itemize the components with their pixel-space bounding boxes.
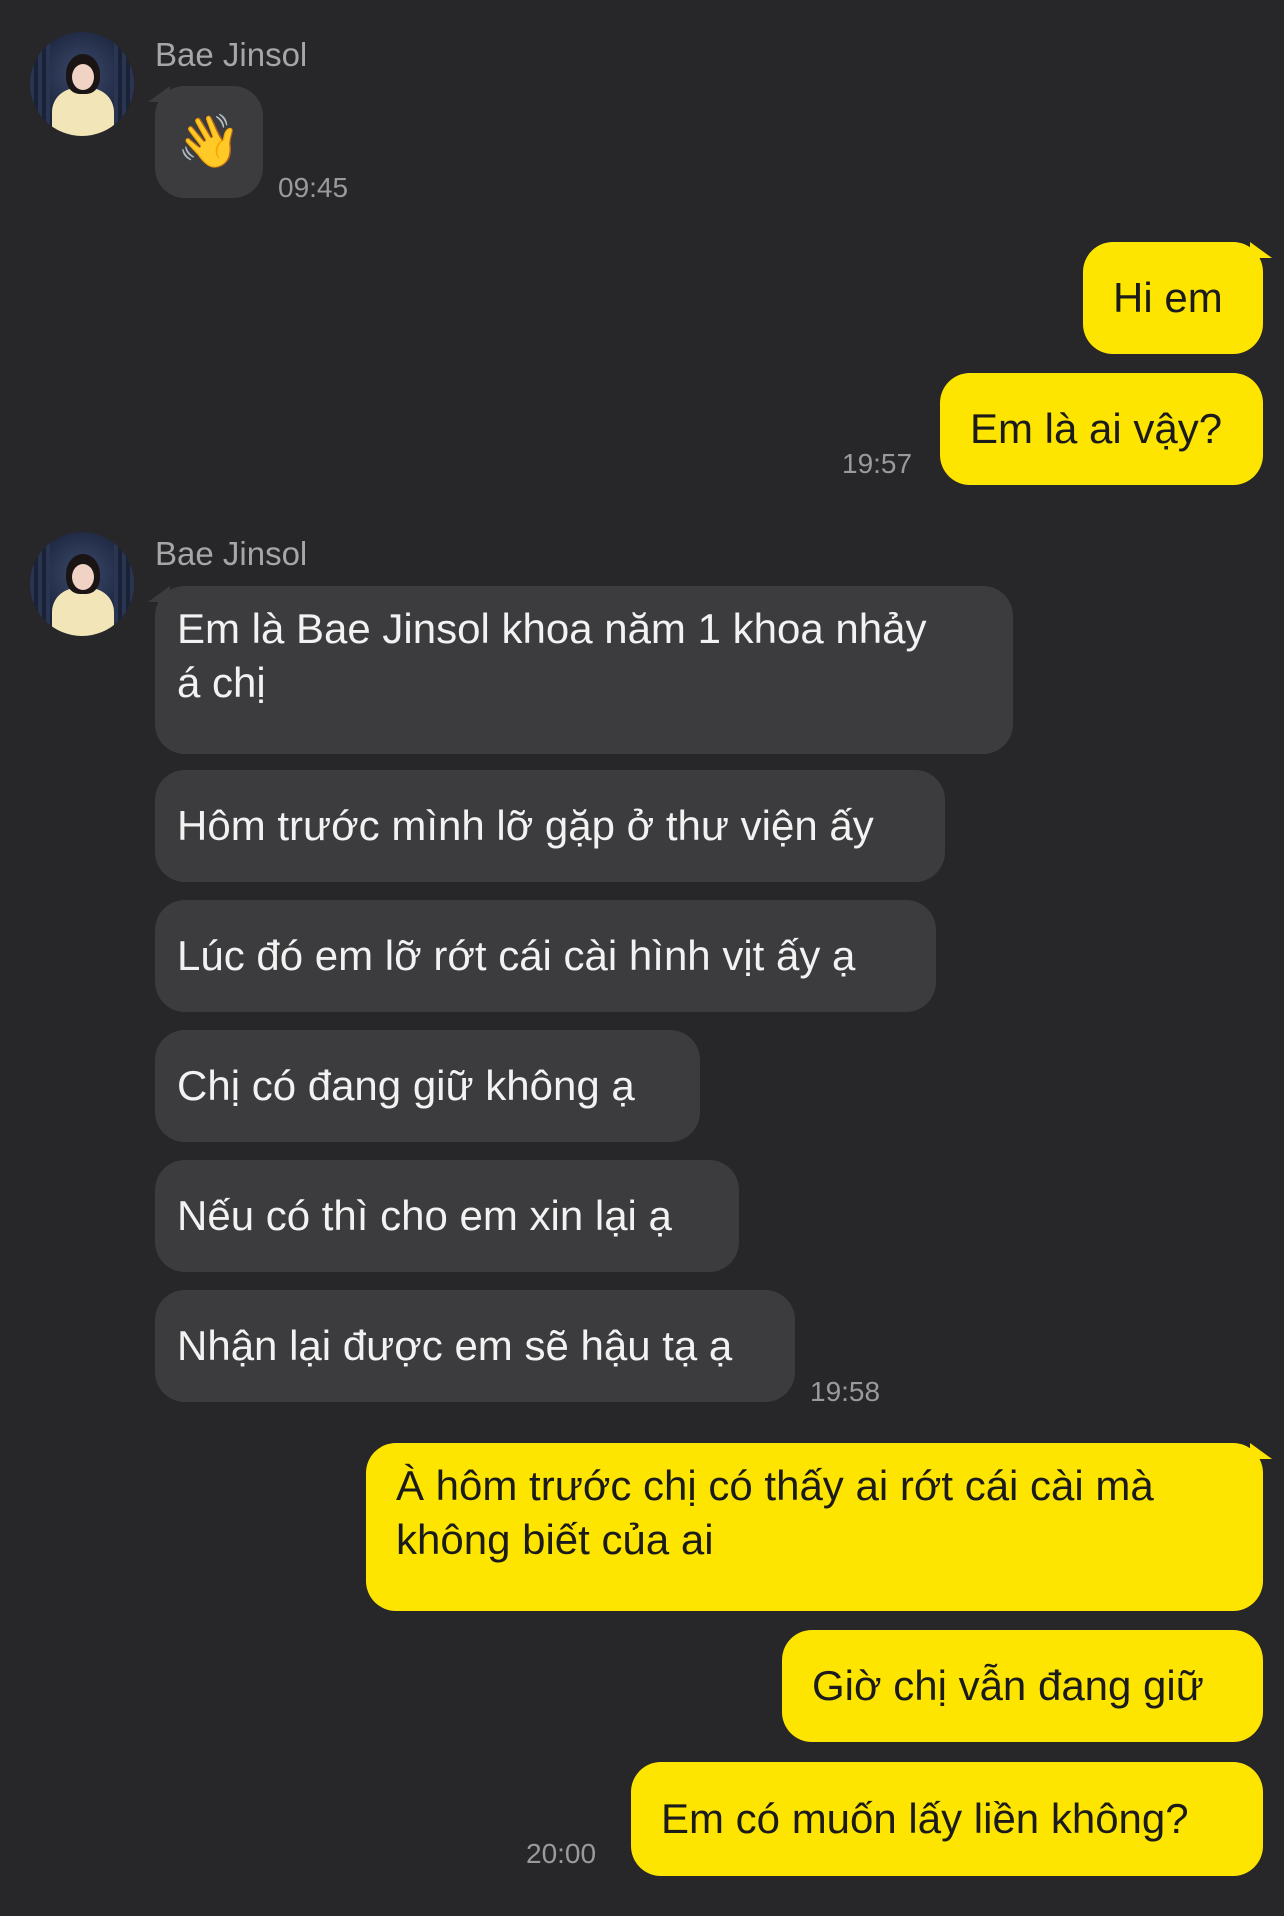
message-bubble-in[interactable]: Nhận lại được em sẽ hậu tạ ạ (155, 1290, 795, 1402)
message-bubble-in[interactable]: Em là Bae Jinsol khoa năm 1 khoa nhảy á … (155, 586, 1013, 754)
message-bubble-in[interactable]: Nếu có thì cho em xin lại ạ (155, 1160, 739, 1272)
message-time: 19:58 (810, 1376, 881, 1407)
message-time: 09:45 (278, 172, 349, 203)
sender-name[interactable]: Bae Jinsol (155, 535, 307, 573)
message-line: á chị (177, 659, 266, 706)
avatar-face (72, 564, 94, 590)
message-line: À hôm trước chị có thấy ai rớt cái cài m… (396, 1462, 1154, 1509)
contact-avatar[interactable] (30, 532, 134, 636)
message-time: 20:00 (526, 1838, 597, 1869)
message-line: không biết của ai (396, 1516, 714, 1563)
contact-avatar[interactable] (30, 32, 134, 136)
message-bubble-out[interactable]: À hôm trước chị có thấy ai rớt cái cài m… (366, 1443, 1263, 1611)
sender-name[interactable]: Bae Jinsol (155, 36, 307, 74)
message-bubble-in[interactable]: Lúc đó em lỡ rớt cái cài hình vịt ấy ạ (155, 900, 936, 1012)
avatar-body (52, 88, 114, 136)
message-bubble-out[interactable]: Hi em (1083, 242, 1263, 354)
avatar-bg (114, 32, 134, 136)
avatar-face (72, 64, 94, 90)
message-bubble-in[interactable]: Chị có đang giữ không ạ (155, 1030, 700, 1142)
message-bubble-in[interactable]: Hôm trước mình lỡ gặp ở thư viện ấy (155, 770, 945, 882)
message-bubble-out[interactable]: Giờ chị vẫn đang giữ (782, 1630, 1263, 1742)
avatar-body (52, 588, 114, 636)
message-bubble-wave[interactable]: 👋 (155, 86, 263, 198)
avatar-bg (114, 532, 134, 636)
avatar-bg (30, 32, 50, 136)
message-bubble-out[interactable]: Em có muốn lấy liền không? (631, 1762, 1263, 1876)
message-bubble-out[interactable]: Em là ai vậy? (940, 373, 1263, 485)
message-line: Em là Bae Jinsol khoa năm 1 khoa nhảy (177, 605, 927, 652)
message-time: 19:57 (842, 448, 913, 479)
avatar-bg (30, 532, 50, 636)
